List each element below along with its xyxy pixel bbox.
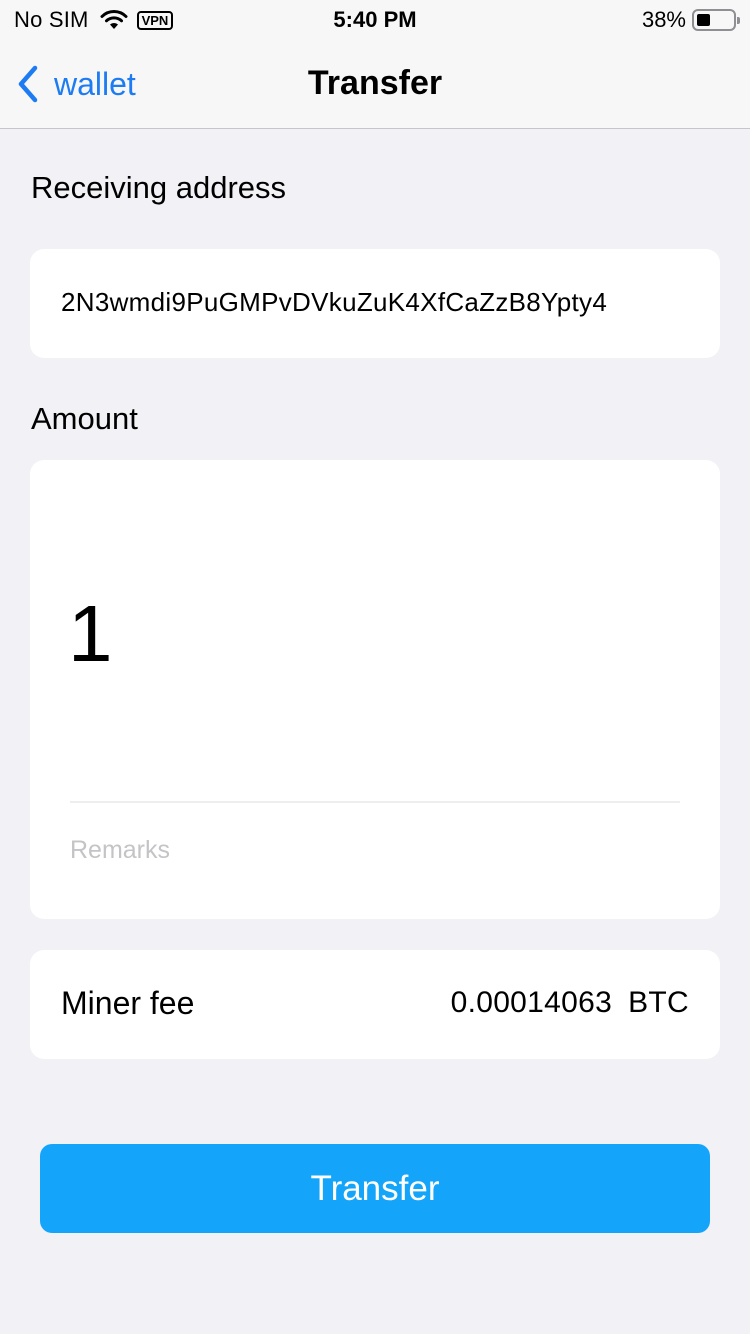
miner-fee-label: Miner fee <box>61 985 195 1021</box>
miner-fee-amount: 0.00014063 BTC <box>451 986 689 1020</box>
page-title: Transfer <box>307 64 443 102</box>
miner-fee-value: 0.00014063 <box>450 986 613 1019</box>
amount-card: 1 Remarks <box>30 460 720 919</box>
battery-level <box>697 14 710 26</box>
transfer-button[interactable]: Transfer <box>40 1144 710 1233</box>
battery-icon <box>692 9 740 31</box>
status-time: 5:40 PM <box>333 7 417 32</box>
transfer-screen: No SIM VPN 5:40 PM 38% wallet Transfer R… <box>0 0 750 1334</box>
status-bar: No SIM VPN 5:40 PM 38% <box>0 0 750 40</box>
miner-fee-unit: BTC <box>628 986 689 1019</box>
navigation-bar: wallet Transfer <box>0 40 750 129</box>
amount-divider <box>70 801 680 803</box>
miner-fee-row: Miner fee 0.00014063 BTC <box>30 950 720 1059</box>
battery-percent: 38% <box>641 7 686 32</box>
amount-label: Amount <box>31 401 138 436</box>
battery-tip <box>737 17 740 24</box>
receiving-address-label: Receiving address <box>31 170 287 205</box>
remarks-input[interactable]: Remarks <box>70 836 680 876</box>
receiving-address-value: 2N3wmdi9PuGMPvDVkuZuK4XfCaZzB8Ypty4 <box>61 287 608 317</box>
status-right: 38% <box>641 7 740 33</box>
receiving-address-field[interactable]: 2N3wmdi9PuGMPvDVkuZuK4XfCaZzB8Ypty4 <box>30 249 720 358</box>
amount-input[interactable]: 1 <box>68 588 113 680</box>
